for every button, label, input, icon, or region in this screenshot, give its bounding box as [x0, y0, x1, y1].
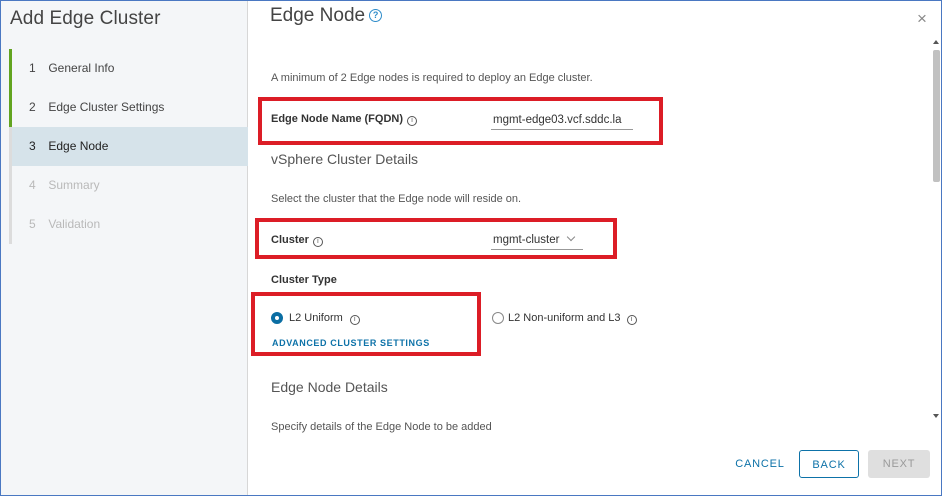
step-label: Edge Cluster Settings	[48, 100, 165, 114]
radio-label-text: L2 Non-uniform and L3	[508, 312, 621, 324]
step-edge-cluster-settings[interactable]: 2 Edge Cluster Settings	[9, 88, 248, 127]
vsphere-section-title: vSphere Cluster Details	[271, 151, 419, 167]
step-number: 1	[29, 61, 36, 75]
step-number: 4	[29, 178, 36, 192]
step-edge-node[interactable]: 3 Edge Node	[9, 127, 248, 166]
next-button[interactable]: NEXT	[868, 450, 930, 478]
edge-node-details-title: Edge Node Details	[271, 379, 388, 395]
info-icon[interactable]: i	[626, 315, 637, 325]
highlight-box-edge-node-name	[258, 97, 663, 145]
highlight-box-cluster	[255, 218, 617, 259]
step-summary: 4 Summary	[9, 166, 248, 205]
page-title: Edge Node?	[270, 5, 383, 27]
cancel-button[interactable]: CANCEL	[722, 450, 798, 478]
edge-node-details-desc: Specify details of the Edge Node to be a…	[271, 421, 492, 433]
highlight-box-cluster-type	[251, 292, 481, 356]
step-general-info[interactable]: 1 General Info	[9, 49, 248, 88]
step-progress-bar	[9, 49, 12, 88]
cluster-type-label: Cluster Type	[271, 274, 337, 286]
radio-l2-nonuniform-l3[interactable]	[492, 312, 504, 324]
step-number: 2	[29, 100, 36, 114]
step-label: General Info	[48, 61, 115, 75]
scroll-up-icon[interactable]	[933, 40, 939, 44]
wizard-steps: 1 General Info 2 Edge Cluster Settings 3…	[9, 49, 248, 244]
step-label: Edge Node	[48, 139, 109, 153]
step-progress-bar	[9, 88, 12, 127]
wizard-title: Add Edge Cluster	[10, 8, 161, 29]
back-button[interactable]: BACK	[799, 450, 859, 478]
close-icon[interactable]: ×	[917, 9, 927, 29]
page-title-text: Edge Node	[270, 5, 366, 26]
content-scrollbar[interactable]	[932, 40, 941, 424]
intro-text: A minimum of 2 Edge nodes is required to…	[271, 72, 593, 84]
step-progress-bar	[9, 205, 12, 244]
step-label: Summary	[48, 178, 100, 192]
scroll-thumb[interactable]	[933, 50, 940, 182]
radio-l2-nonuniform-l3-label[interactable]: L2 Non-uniform and L3 i	[508, 312, 637, 325]
step-validation: 5 Validation	[9, 205, 248, 244]
step-number: 3	[29, 139, 36, 153]
step-label: Validation	[48, 217, 101, 231]
vsphere-desc: Select the cluster that the Edge node wi…	[271, 193, 522, 205]
step-number: 5	[29, 217, 36, 231]
wizard-sidebar: Add Edge Cluster 1 General Info 2 Edge C…	[1, 1, 248, 495]
step-progress-bar	[9, 127, 12, 166]
scroll-down-icon[interactable]	[933, 414, 939, 418]
step-progress-bar	[9, 166, 12, 205]
help-icon[interactable]: ?	[369, 9, 383, 22]
